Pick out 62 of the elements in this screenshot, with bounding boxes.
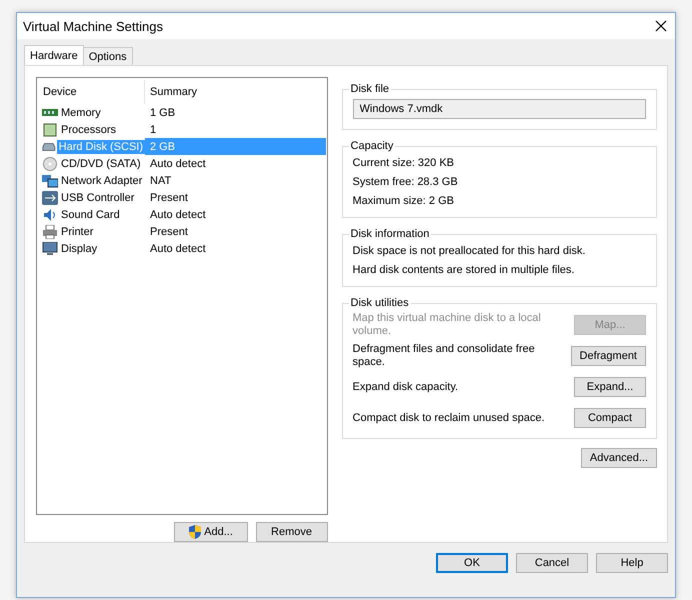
device-item[interactable]: Display [38, 240, 145, 257]
dialog-button[interactable]: Cancel [516, 553, 588, 573]
printer-icon [42, 224, 58, 238]
column-header[interactable]: Device [38, 80, 145, 104]
capacity-text: Current size: 320 KB [352, 156, 456, 171]
group-title: Disk file [350, 83, 390, 95]
dialog-button[interactable]: Help [596, 553, 668, 573]
monitor-icon [42, 242, 58, 256]
device-name: Sound Card [60, 208, 121, 222]
device-name: Display [60, 242, 98, 256]
device-summary: 1 GB [149, 106, 176, 120]
usb-icon [42, 190, 58, 204]
device-item[interactable]: USB Controller [38, 189, 145, 206]
info-text: Disk space is not preallocated for this hard disk. [352, 244, 586, 259]
device-name: USB Controller [60, 190, 136, 204]
device-summary: 1 [149, 122, 158, 138]
group-title: Capacity [350, 140, 394, 152]
device-item[interactable]: CD/DVD (SATA) [38, 155, 145, 172]
device-summary: 2 GB [145, 138, 326, 155]
utility-button[interactable]: Defragment [570, 346, 646, 366]
utility-button[interactable]: Compact [574, 408, 646, 428]
capacity-text: System free: 28.3 GB [352, 175, 459, 190]
utility-text: Defragment files and consolidate free space. [352, 343, 536, 369]
tab[interactable]: Options [82, 47, 133, 65]
disc-icon [42, 156, 58, 170]
processor-icon [42, 122, 58, 136]
device-name: Printer [60, 224, 94, 238]
window-title: Virtual Machine Settings [23, 18, 163, 34]
tab[interactable]: Hardware [24, 45, 84, 65]
close-icon[interactable] [655, 20, 667, 32]
advanced-button[interactable]: Advanced... [580, 448, 657, 468]
device-summary: Auto detect [149, 156, 207, 172]
device-summary: Present [149, 190, 189, 206]
group-title: Disk utilities [350, 297, 410, 309]
utility-text: Expand disk capacity. [352, 380, 460, 394]
utility-text: Map this virtual machine disk to a local volume. [352, 312, 542, 338]
device-item[interactable]: Memory [38, 104, 145, 121]
disk-file-field[interactable]: Windows 7.vmdk [352, 99, 646, 119]
utility-text: Compact disk to reclaim unused space. [352, 412, 546, 424]
network-icon [42, 174, 58, 188]
device-name: Processors [60, 122, 118, 136]
device-name: Memory [60, 106, 102, 120]
list-button[interactable]: Remove [256, 522, 328, 542]
column-header[interactable]: Summary [145, 80, 326, 104]
speaker-icon [42, 208, 58, 222]
capacity-text: Maximum size: 2 GB [352, 194, 455, 209]
device-name: Hard Disk (SCSI) [56, 140, 145, 154]
device-summary: NAT [149, 174, 172, 188]
dialog-button[interactable]: OK [436, 553, 508, 573]
utility-button[interactable]: Expand... [574, 377, 646, 397]
device-item[interactable]: Sound Card [38, 206, 145, 223]
group-title: Disk information [350, 228, 430, 240]
device-summary: Auto detect [149, 242, 207, 256]
device-summary: Present [149, 224, 189, 240]
info-text: Hard disk contents are stored in multiple files. [352, 263, 576, 278]
device-name: Network Adapter [60, 174, 144, 188]
device-item[interactable]: Network Adapter [38, 172, 145, 189]
device-item[interactable]: Printer [38, 223, 145, 240]
device-summary: Auto detect [149, 208, 207, 222]
device-item[interactable]: Processors [38, 121, 145, 138]
device-name: CD/DVD (SATA) [60, 156, 142, 170]
list-button[interactable]: Add... [174, 522, 248, 542]
